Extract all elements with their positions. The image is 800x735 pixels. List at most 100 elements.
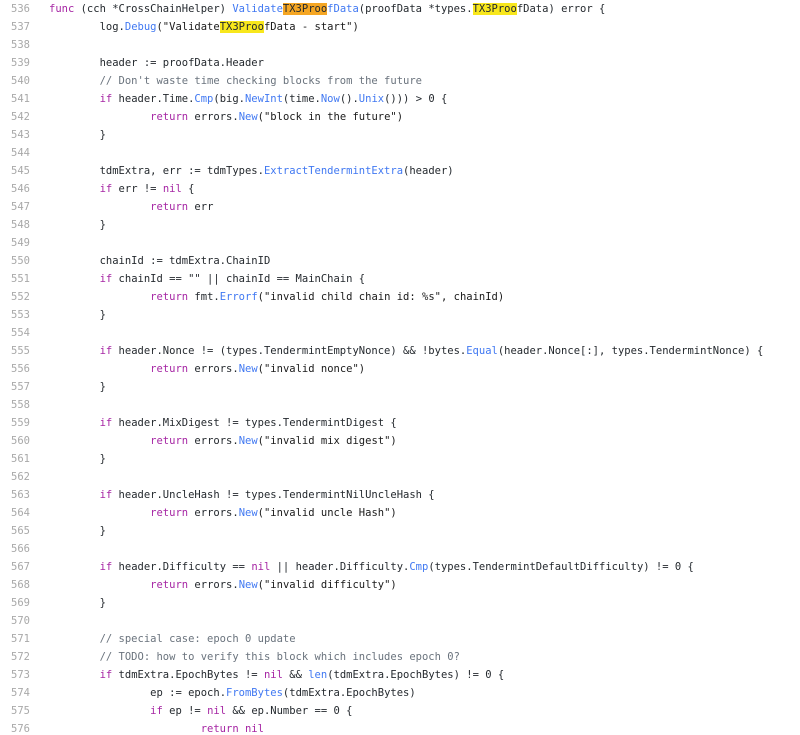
line-number[interactable]: 549 [0,234,30,252]
line-number[interactable]: 565 [0,522,30,540]
code-line: 567 if header.Difficulty == nil || heade… [0,558,800,576]
line-number[interactable]: 539 [0,54,30,72]
code-token: } [99,597,106,609]
line-number[interactable]: 572 [0,648,30,666]
code-token: ("Validate [156,21,220,33]
line-number[interactable]: 541 [0,90,30,108]
line-number[interactable]: 561 [0,450,30,468]
code-token: Validate [232,3,283,15]
code-token: (time. [282,93,321,105]
code-token: } [99,525,106,537]
code-token: ("invalid child chain id: %s", chainId) [257,291,505,303]
code-token: // TODO: how to verify this block which … [99,651,460,663]
code-text: chainId := tdmExtra.ChainID [30,252,800,270]
code-token: nil [162,183,182,195]
code-token: if [99,93,119,105]
line-number[interactable]: 559 [0,414,30,432]
code-token: fmt. [194,291,220,303]
code-token: nil [207,705,227,717]
line-number[interactable]: 546 [0,180,30,198]
line-number[interactable]: 548 [0,216,30,234]
code-token: (big. [213,93,245,105]
line-number[interactable]: 570 [0,612,30,630]
code-token: } [99,129,106,141]
line-number[interactable]: 575 [0,702,30,720]
line-number[interactable]: 563 [0,486,30,504]
line-number[interactable]: 568 [0,576,30,594]
line-number[interactable]: 571 [0,630,30,648]
code-token: len [308,669,328,681]
line-number[interactable]: 540 [0,72,30,90]
code-line: 564 return errors.New("invalid uncle Has… [0,504,800,522]
code-text: } [30,378,800,396]
code-line: 569 } [0,594,800,612]
line-number[interactable]: 543 [0,126,30,144]
line-number[interactable]: 562 [0,468,30,486]
code-token: (types.TendermintDefaultDifficulty) != 0… [428,561,694,573]
code-token: && ep.Number == 0 { [226,705,353,717]
line-number[interactable]: 547 [0,198,30,216]
code-token: if [99,489,119,501]
line-number[interactable]: 567 [0,558,30,576]
code-token: Cmp [409,561,429,573]
code-line: 536 func (cch *CrossChainHelper) Validate… [0,0,800,18]
code-token: if [99,345,119,357]
line-number[interactable]: 573 [0,666,30,684]
line-number[interactable]: 569 [0,594,30,612]
code-text: if header.UncleHash != types.TendermintN… [30,486,800,504]
line-number[interactable]: 545 [0,162,30,180]
code-token: New [238,435,258,447]
code-view[interactable]: 536 func (cch *CrossChainHelper) Validate… [0,0,800,735]
line-number[interactable]: 557 [0,378,30,396]
line-number[interactable]: 536 [0,0,30,18]
line-number[interactable]: 564 [0,504,30,522]
line-number[interactable]: 542 [0,108,30,126]
line-number[interactable]: 555 [0,342,30,360]
line-number[interactable]: 556 [0,360,30,378]
line-number[interactable]: 574 [0,684,30,702]
line-number[interactable]: 550 [0,252,30,270]
line-number[interactable]: 558 [0,396,30,414]
code-line: 556 return errors.New("invalid nonce") [0,360,800,378]
code-line: 559 if header.MixDigest != types.Tenderm… [0,414,800,432]
code-token: ("block in the future") [257,111,404,123]
line-number[interactable]: 554 [0,324,30,342]
code-line: 537 log.Debug("ValidateTX3ProofData - st… [0,18,800,36]
code-token: New [238,579,258,591]
line-number[interactable]: 544 [0,144,30,162]
code-token: // special case: epoch 0 update [99,633,296,645]
line-number[interactable]: 560 [0,432,30,450]
code-text: // TODO: how to verify this block which … [30,648,800,666]
code-line: 570 [0,612,800,630]
code-token: fData) error { [516,3,606,15]
code-line: 563 if header.UncleHash != types.Tenderm… [0,486,800,504]
code-token: return [150,363,195,375]
code-token: (). [339,93,359,105]
line-number[interactable]: 552 [0,288,30,306]
code-text: if header.Nonce != (types.TendermintEmpt… [30,342,800,360]
code-token: } [99,453,106,465]
line-number[interactable]: 538 [0,36,30,54]
code-token: return [150,201,195,213]
line-number[interactable]: 537 [0,18,30,36]
code-line: 558 [0,396,800,414]
line-number[interactable]: 566 [0,540,30,558]
line-number[interactable]: 553 [0,306,30,324]
line-number[interactable]: 551 [0,270,30,288]
code-text: // Don't waste time checking blocks from… [30,72,800,90]
code-line: 565 } [0,522,800,540]
line-number[interactable]: 576 [0,720,30,735]
code-line: 561 } [0,450,800,468]
code-line: 551 if chainId == "" || chainId == MainC… [0,270,800,288]
code-token: Unix [358,93,385,105]
code-line: 572 // TODO: how to verify this block wh… [0,648,800,666]
